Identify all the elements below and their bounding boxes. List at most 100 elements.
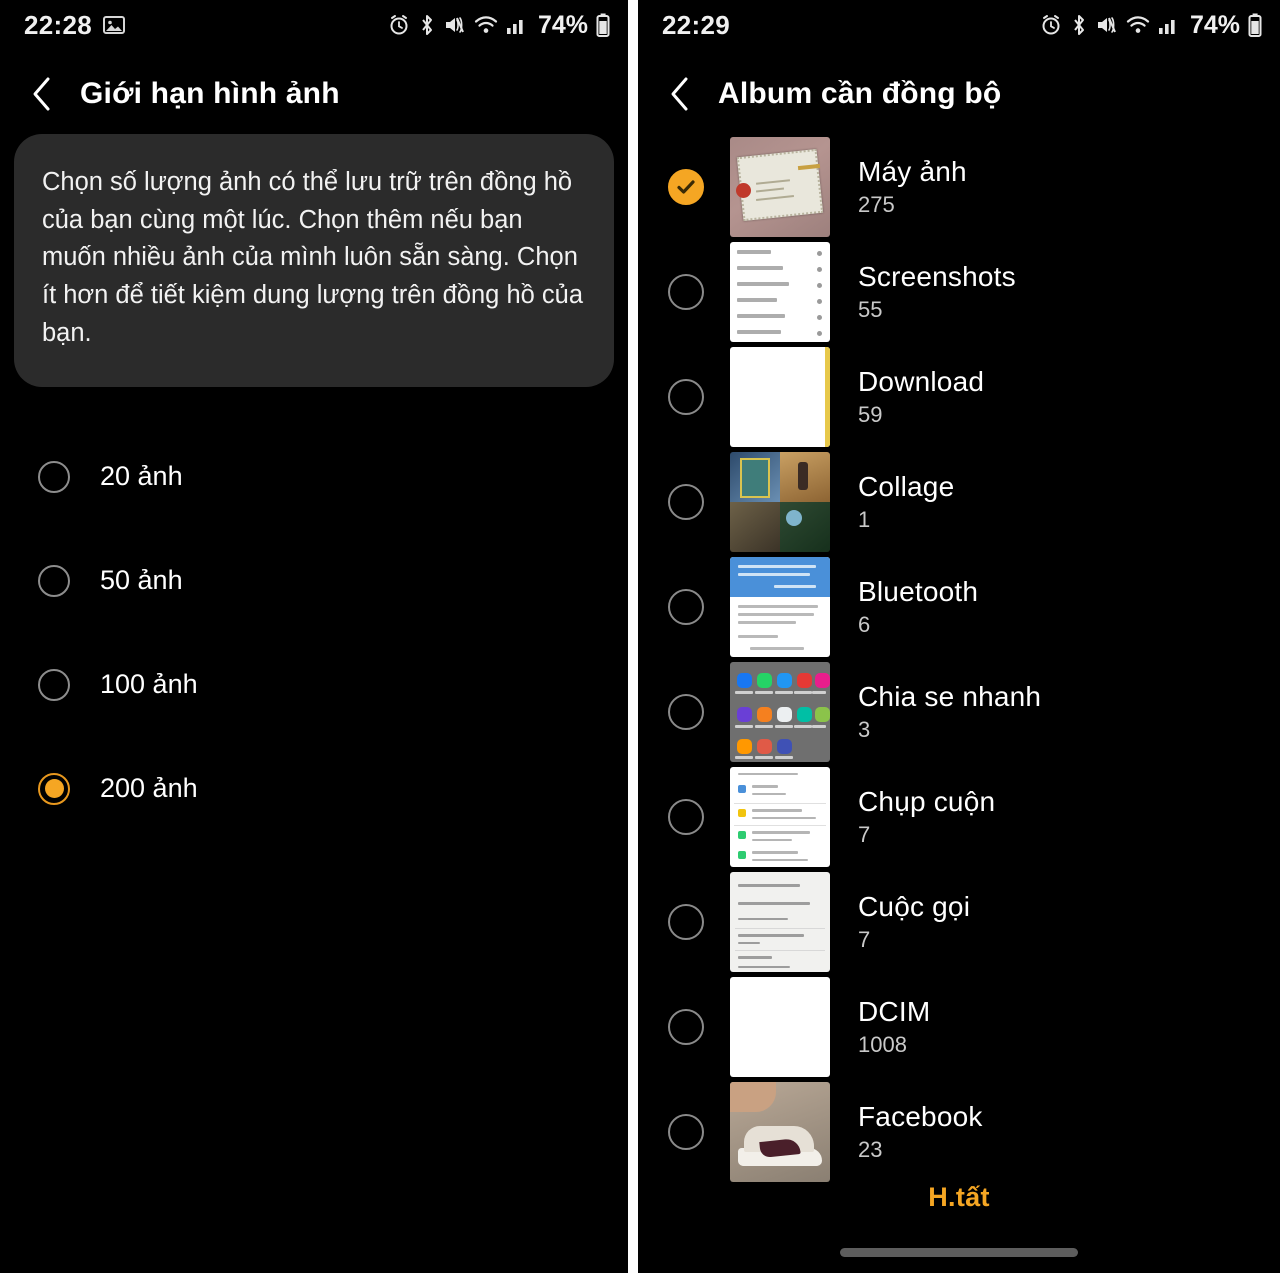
option-20[interactable]: 20 ảnh [14,425,614,529]
album-name: DCIM [858,995,931,1027]
album-meta: Download 59 [858,366,984,428]
album-count: 23 [858,1136,883,1162]
image-icon [103,15,125,35]
album-meta: Cuộc gọi 7 [858,891,970,953]
album-meta: Facebook 23 [858,1101,983,1163]
checkbox-unchecked-icon[interactable] [668,588,704,625]
description-text: Chọn số lượng ảnh có thể lưu trữ trên đồ… [42,168,584,347]
status-bar-right-icons: 74% [1040,11,1262,40]
album-thumbnail [730,451,830,552]
signal-bars-icon [506,15,528,35]
wifi-icon [1126,15,1150,35]
album-meta: Collage 1 [858,471,954,533]
album-count: 3 [858,716,871,742]
option-label-50: 50 ảnh [100,565,183,596]
option-50[interactable]: 50 ảnh [14,529,614,633]
album-row-may-anh[interactable]: Máy ảnh 275 [638,134,1280,239]
album-row-screenshots[interactable]: Screenshots 55 [638,239,1280,344]
album-meta: Chụp cuộn 7 [858,786,995,848]
album-meta: Bluetooth 6 [858,576,978,638]
album-meta: Chia se nhanh 3 [858,681,1041,743]
status-time: 22:28 [24,9,92,40]
option-label-20: 20 ảnh [100,461,183,492]
option-200[interactable]: 200 ảnh [14,737,614,841]
album-row-download[interactable]: Download 59 [638,344,1280,449]
checkbox-unchecked-icon[interactable] [668,378,704,415]
album-thumbnail [730,661,830,762]
album-thumbnail [730,871,830,972]
battery-icon [596,13,610,37]
album-name: Download [858,365,985,397]
album-meta: Máy ảnh 275 [858,156,967,218]
radio-50[interactable] [38,564,70,597]
album-row-facebook[interactable]: Facebook 23 [638,1079,1280,1184]
album-meta: DCIM 1008 [858,996,930,1058]
album-thumbnail [730,346,830,447]
gesture-home-indicator[interactable] [840,1248,1078,1257]
album-thumbnail [730,766,830,867]
battery-icon [1248,13,1262,37]
wifi-icon [474,15,498,35]
done-button[interactable]: H.tất [904,1174,1014,1221]
album-thumbnail [730,241,830,342]
album-name: Chụp cuộn [858,785,996,817]
status-bar-left: 22:28 74% [0,0,628,50]
album-row-bluetooth[interactable]: Bluetooth 6 [638,554,1280,659]
checkbox-unchecked-icon[interactable] [668,693,704,730]
radio-20[interactable] [38,460,70,493]
page-title: Giới hạn hình ảnh [80,77,340,110]
left-header: Giới hạn hình ảnh [0,50,628,112]
status-time: 22:29 [662,9,730,40]
image-limit-option-group: 20 ảnh 50 ảnh 100 ảnh 200 ảnh [0,425,628,841]
album-count: 6 [858,611,871,637]
album-name: Cuộc gọi [858,890,971,922]
album-name: Facebook [858,1100,983,1132]
radio-200-selected[interactable] [38,772,70,805]
back-button[interactable] [30,76,54,112]
battery-percent: 74% [537,10,588,39]
album-count: 7 [858,926,871,952]
album-count: 7 [858,821,871,847]
album-count: 275 [858,191,895,217]
checkbox-unchecked-icon[interactable] [668,483,704,520]
option-100[interactable]: 100 ảnh [14,633,614,737]
checkbox-unchecked-icon[interactable] [668,273,704,310]
radio-100[interactable] [38,668,70,701]
album-row-cuoc-goi[interactable]: Cuộc gọi 7 [638,869,1280,974]
album-list: Máy ảnh 275 Screenshots 55 Download 59 C… [638,134,1280,1184]
bluetooth-icon [418,14,436,36]
album-meta: Screenshots 55 [858,261,1016,323]
album-thumbnail [730,136,830,237]
album-count: 1008 [858,1031,907,1057]
album-name: Collage [858,470,955,502]
album-row-chia-se-nhanh[interactable]: Chia se nhanh 3 [638,659,1280,764]
album-row-chup-cuon[interactable]: Chụp cuộn 7 [638,764,1280,869]
alarm-icon [388,14,410,36]
bluetooth-icon [1070,14,1088,36]
alarm-icon [1040,14,1062,36]
dual-screenshot-container: 22:28 74% Giới hạn hình ảnh Chọn số lượn… [0,0,1280,1273]
page-title: Album cần đồng bộ [718,77,1002,110]
album-thumbnail [730,1081,830,1182]
album-name: Chia se nhanh [858,680,1042,712]
checkbox-unchecked-icon[interactable] [668,1008,704,1045]
description-card: Chọn số lượng ảnh có thể lưu trữ trên đồ… [14,134,614,387]
album-name: Máy ảnh [858,155,967,187]
album-count: 55 [858,296,883,322]
checkbox-unchecked-icon[interactable] [668,903,704,940]
back-button[interactable] [668,76,692,112]
checkbox-checked-icon[interactable] [668,168,704,205]
screenshot-divider [628,0,638,1273]
option-label-200: 200 ảnh [100,773,198,804]
checkbox-unchecked-icon[interactable] [668,1113,704,1150]
status-bar-right-left-group: 22:29 [662,10,730,41]
album-row-collage[interactable]: Collage 1 [638,449,1280,554]
mute-vibrate-icon [444,14,466,36]
status-bar-left-group: 22:28 [24,10,125,41]
album-row-dcim[interactable]: DCIM 1008 [638,974,1280,1079]
checkbox-unchecked-icon[interactable] [668,798,704,835]
album-thumbnail [730,976,830,1077]
album-count: 59 [858,401,883,427]
right-header: Album cần đồng bộ [638,50,1280,112]
album-thumbnail [730,556,830,657]
